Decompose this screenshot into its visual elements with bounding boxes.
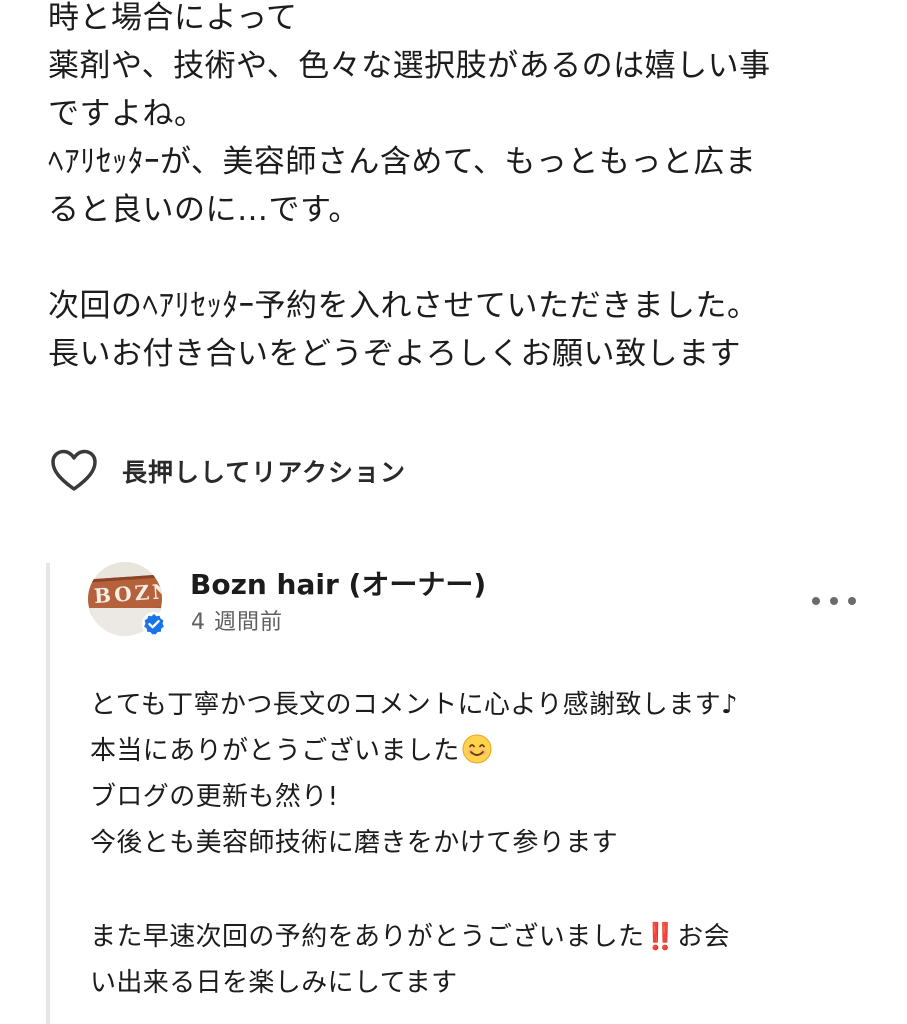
reply-author: Bozn hair (オーナー) xyxy=(190,568,487,601)
reply-line: ブログの更新も然り! xyxy=(90,782,339,812)
dot xyxy=(830,597,838,605)
reply-line: 本当にありがとうございました xyxy=(90,728,860,774)
reply-text: とても丁寧かつ長文のコメントに心より感謝致します♪ 本当にありがとうございました… xyxy=(90,682,860,1006)
reply-line: い出来る日を楽しみにしてます xyxy=(90,968,458,998)
reply-line: 今後とも美容師技術に磨きをかけて参ります xyxy=(90,828,619,858)
reaction-button[interactable]: 長押ししてリアクション xyxy=(50,446,406,496)
reply-line: また早速次回の予約をありがとうございました‼️お会 xyxy=(90,914,860,960)
reply-time: 4 週間前 xyxy=(191,610,283,635)
reply-line-text: 本当にありがとうございました xyxy=(90,736,460,766)
dot xyxy=(848,597,856,605)
review-line: 長いお付き合いをどうぞよろしくお願い致します xyxy=(48,336,741,372)
review-line: 時と場合によって xyxy=(48,0,298,36)
heart-outline-icon xyxy=(50,449,98,493)
reply-thread-line xyxy=(46,563,50,1024)
dot xyxy=(812,597,820,605)
review-line: 次回のﾍｱﾘｾｯﾀｰ予約を入れさせていただきました。 xyxy=(48,288,759,324)
more-options-icon[interactable] xyxy=(812,588,856,614)
reply-line: とても丁寧かつ長文のコメントに心より感謝致します♪ xyxy=(90,690,738,720)
review-line: ると良いのに…です。 xyxy=(48,192,360,228)
review-text: 時と場合によって 薬剤や、技術や、色々な選択肢があるのは嬉しい事 ですよね。 ﾍ… xyxy=(48,0,868,378)
reply-line-text: お会 xyxy=(677,922,730,952)
review-line: ﾍｱﾘｾｯﾀｰが、美容師さん含めて、もっともっと広ま xyxy=(48,144,757,180)
reply-line-text: また早速次回の予約をありがとうございました xyxy=(90,922,645,952)
double-exclamation-emoji: ‼️ xyxy=(644,922,678,952)
reaction-label: 長押ししてリアクション xyxy=(122,458,407,487)
verified-badge-icon xyxy=(142,612,166,636)
review-line: ですよね。 xyxy=(48,96,206,132)
review-line: 薬剤や、技術や、色々な選択肢があるのは嬉しい事 xyxy=(48,48,771,84)
avatar-sign-text: BOZN xyxy=(93,578,162,609)
smiling-face-emoji xyxy=(462,733,492,764)
